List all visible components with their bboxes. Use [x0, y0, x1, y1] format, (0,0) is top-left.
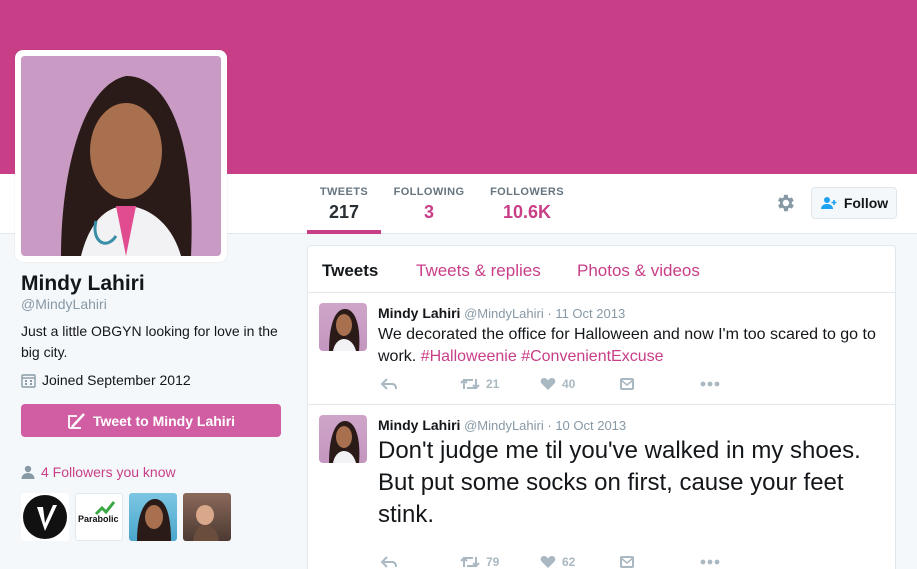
like-button[interactable]: 40	[540, 377, 620, 391]
stat-tweets[interactable]: TWEETS 217	[307, 174, 381, 234]
tab-tweets-replies[interactable]: Tweets & replies	[416, 261, 541, 281]
reply-icon	[380, 556, 397, 568]
message-icon	[620, 378, 634, 390]
joined-date: Joined September 2012	[21, 372, 191, 388]
reply-button[interactable]	[380, 377, 460, 391]
retweet-count: 79	[486, 555, 500, 569]
message-icon	[620, 556, 634, 568]
tweet-text: We decorated the office for Halloween an…	[378, 324, 878, 368]
follow-button[interactable]: Follow	[811, 187, 897, 219]
like-count: 62	[562, 555, 576, 569]
tweet-to-button-label: Tweet to Mindy Lahiri	[92, 412, 236, 429]
tweet-avatar-image	[329, 309, 360, 351]
follower-avatar[interactable]	[129, 493, 177, 541]
tweet-text: Don't judge me til you've walked in my s…	[378, 437, 861, 528]
tweet-avatar[interactable]	[319, 303, 367, 351]
tweet-date[interactable]: · 11 Oct 2013	[547, 306, 625, 321]
tweet-avatar-image	[329, 421, 360, 463]
heart-icon	[540, 555, 556, 568]
direct-message-button[interactable]	[620, 555, 700, 569]
direct-message-button[interactable]	[620, 377, 700, 391]
compose-icon	[68, 412, 85, 429]
follower-avatar[interactable]	[183, 493, 231, 541]
timeline: Tweets Tweets & replies Photos & videos …	[307, 245, 896, 569]
like-count: 40	[562, 377, 576, 391]
tweet-date[interactable]: · 10 Oct 2013	[547, 418, 626, 433]
profile-handle[interactable]: @MindyLahiri	[21, 296, 107, 312]
stat-following[interactable]: FOLLOWING 3	[393, 186, 465, 223]
joined-date-text: Joined September 2012	[42, 372, 191, 388]
tweet[interactable]: Mindy Lahiri @MindyLahiri · 10 Oct 2013 …	[308, 405, 895, 569]
follower-logo-icon	[23, 495, 67, 539]
tweet-header: Mindy Lahiri @MindyLahiri · 11 Oct 2013	[378, 305, 625, 321]
more-icon	[700, 559, 720, 565]
tab-tweets[interactable]: Tweets	[322, 261, 378, 281]
followers-you-know-text: 4 Followers you know	[41, 464, 176, 480]
calendar-icon	[21, 373, 36, 388]
retweet-button[interactable]: 79	[460, 555, 540, 569]
hashtag-link[interactable]: #ConvenientExcuse	[521, 348, 663, 365]
gear-icon[interactable]	[774, 192, 796, 214]
tab-photos-videos[interactable]: Photos & videos	[577, 261, 700, 281]
retweet-button[interactable]: 21	[460, 377, 540, 391]
profile-avatar-frame	[15, 50, 227, 262]
follower-photo	[193, 505, 219, 541]
tweet-author-name[interactable]: Mindy Lahiri	[378, 417, 460, 433]
followers-you-know-link[interactable]: 4 Followers you know	[21, 464, 176, 480]
retweet-count: 21	[486, 377, 500, 391]
stat-followers-label: FOLLOWERS	[490, 186, 564, 198]
follower-avatar[interactable]: Parabolic	[75, 493, 123, 541]
parabolic-label: Parabolic	[78, 514, 119, 524]
stat-followers-count: 10.6K	[502, 202, 552, 222]
more-icon	[700, 381, 720, 387]
reply-button[interactable]	[380, 555, 460, 569]
tweet-header: Mindy Lahiri @MindyLahiri · 10 Oct 2013	[378, 417, 626, 433]
profile-name[interactable]: Mindy Lahiri	[21, 272, 145, 296]
tweet-author-name[interactable]: Mindy Lahiri	[378, 305, 460, 321]
tweet-to-button[interactable]: Tweet to Mindy Lahiri	[21, 404, 281, 437]
profile-bio: Just a little OBGYN looking for love in …	[21, 323, 278, 360]
stat-following-label: FOLLOWING	[393, 186, 465, 198]
more-button[interactable]	[700, 381, 720, 387]
add-user-icon	[820, 197, 837, 209]
tweet[interactable]: Mindy Lahiri @MindyLahiri · 11 Oct 2013 …	[308, 293, 895, 405]
heart-icon	[540, 377, 556, 390]
stat-tweets-label: TWEETS	[319, 186, 369, 198]
timeline-tabs: Tweets Tweets & replies Photos & videos	[308, 246, 895, 293]
tweet-author-handle[interactable]: @MindyLahiri	[464, 306, 544, 321]
person-icon	[21, 465, 35, 479]
follower-avatar[interactable]	[21, 493, 69, 541]
follower-photo	[137, 499, 171, 541]
reply-icon	[380, 378, 397, 390]
tweet-actions: 79 62	[380, 555, 720, 569]
profile-avatar[interactable]	[21, 56, 221, 256]
stat-followers[interactable]: FOLLOWERS 10.6K	[488, 186, 566, 223]
tweet-actions: 21 40	[380, 377, 720, 391]
tweet-author-handle[interactable]: @MindyLahiri	[464, 418, 544, 433]
retweet-icon	[460, 378, 480, 390]
hashtag-link[interactable]: #Halloweenie	[421, 348, 517, 365]
tweet-avatar[interactable]	[319, 415, 367, 463]
followers-thumbnails: Parabolic	[21, 493, 231, 541]
profile-avatar-illustration	[21, 56, 221, 256]
follow-button-label: Follow	[843, 195, 889, 211]
stat-tweets-count: 217	[328, 202, 360, 222]
like-button[interactable]: 62	[540, 555, 620, 569]
more-button[interactable]	[700, 559, 720, 565]
retweet-icon	[460, 556, 480, 568]
stat-following-count: 3	[423, 202, 434, 222]
